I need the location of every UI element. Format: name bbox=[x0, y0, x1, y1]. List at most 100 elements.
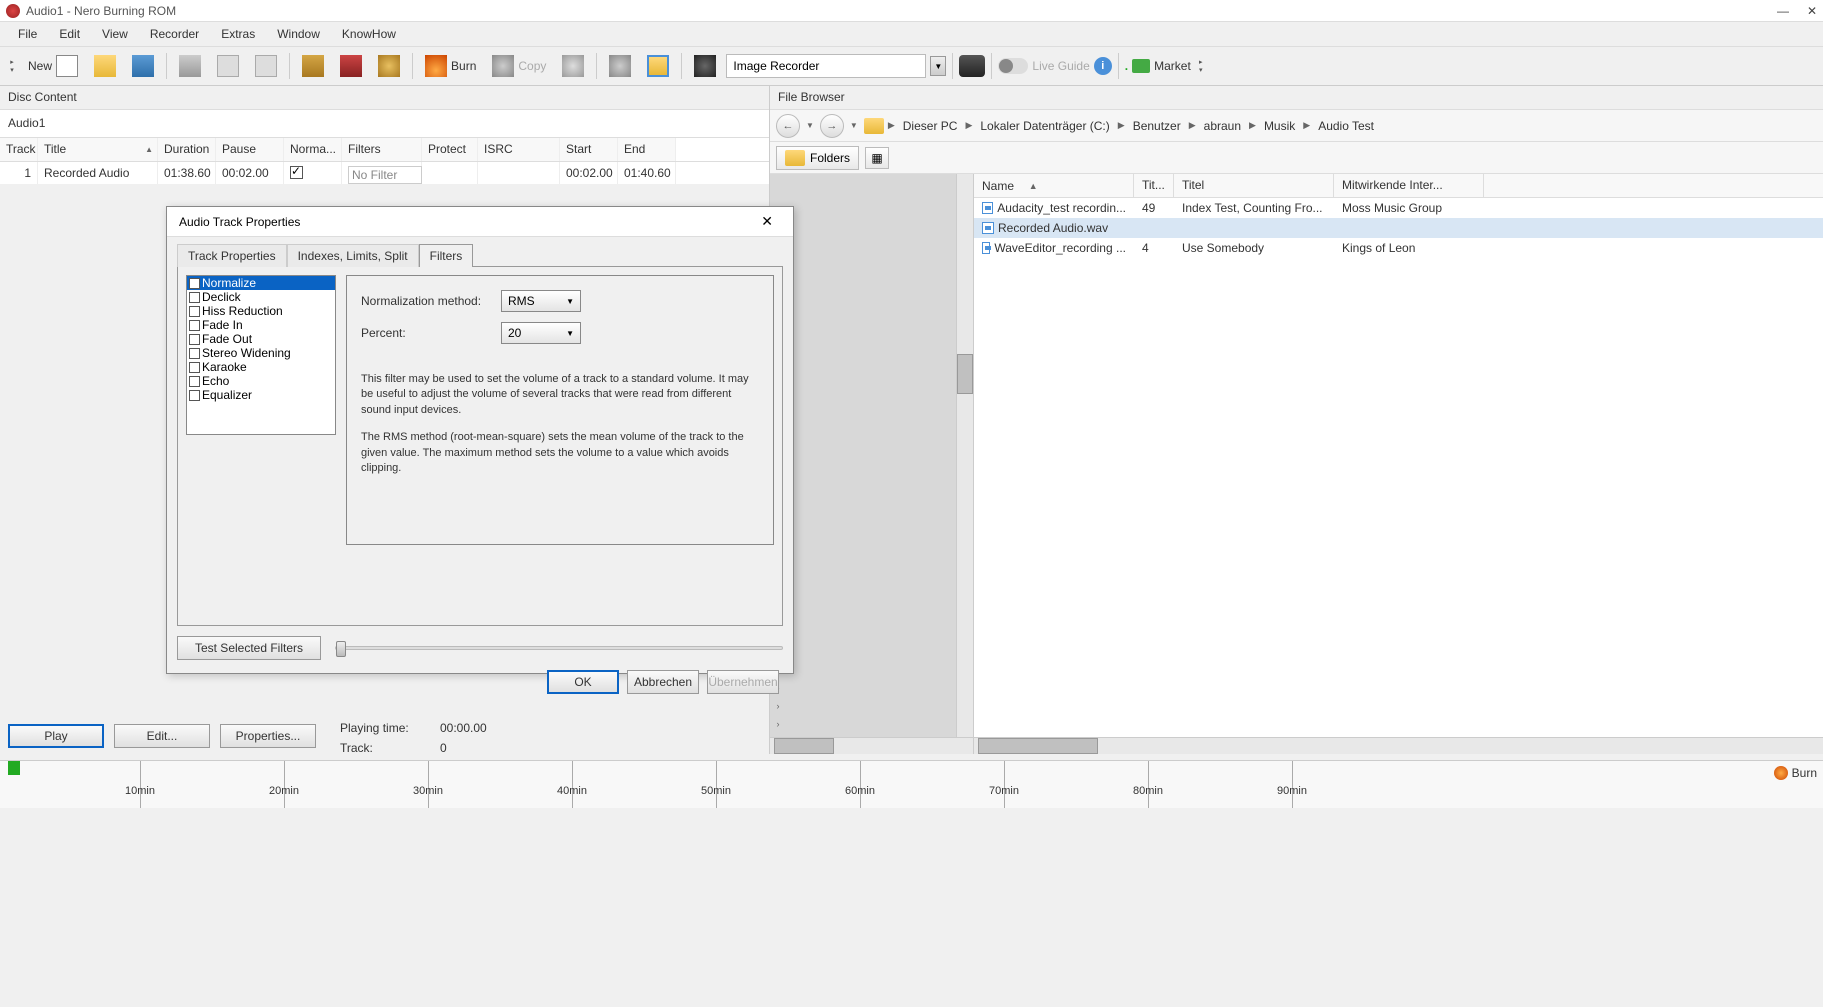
tab-filters[interactable]: Filters bbox=[419, 244, 474, 267]
filter-karaoke[interactable]: Karaoke bbox=[187, 360, 335, 374]
filter-fadein[interactable]: Fade In bbox=[187, 318, 335, 332]
save-button[interactable] bbox=[126, 51, 160, 81]
col-artist[interactable]: Mitwirkende Inter... bbox=[1334, 174, 1484, 197]
tab-indexes[interactable]: Indexes, Limits, Split bbox=[287, 244, 419, 267]
tab-track-properties[interactable]: Track Properties bbox=[177, 244, 287, 267]
timeline[interactable]: 10min 20min 30min 40min 50min 60min 70mi… bbox=[0, 760, 1823, 808]
filter-hiss[interactable]: Hiss Reduction bbox=[187, 304, 335, 318]
checkbox-icon[interactable] bbox=[189, 376, 200, 387]
menu-recorder[interactable]: Recorder bbox=[140, 24, 209, 44]
col-protect[interactable]: Protect bbox=[422, 138, 478, 161]
folder-tree[interactable]: › › › › bbox=[770, 174, 974, 754]
device-dropdown-button[interactable]: ▼ bbox=[930, 56, 946, 76]
info-icon[interactable]: i bbox=[1094, 57, 1112, 75]
menu-knowhow[interactable]: KnowHow bbox=[332, 24, 406, 44]
checkbox-icon[interactable] bbox=[189, 390, 200, 401]
dialog-titlebar[interactable]: Audio Track Properties ✕ bbox=[167, 207, 793, 237]
open-button[interactable] bbox=[88, 51, 122, 81]
burn-badge[interactable]: Burn bbox=[1774, 766, 1817, 780]
view-mode-button[interactable]: ▦ bbox=[865, 147, 889, 169]
filter-list[interactable]: Normalize Declick Hiss Reduction Fade In… bbox=[186, 275, 336, 435]
device-selector[interactable]: Image Recorder bbox=[726, 54, 926, 78]
eject-button[interactable] bbox=[603, 51, 637, 81]
toolbar-overflow-icon[interactable]: ▸▾ bbox=[1195, 52, 1207, 80]
edit-button[interactable]: Edit... bbox=[114, 724, 210, 748]
checkbox-icon[interactable] bbox=[189, 334, 200, 345]
col-pause[interactable]: Pause bbox=[216, 138, 284, 161]
folders-button[interactable]: Folders bbox=[776, 146, 859, 170]
filter-declick[interactable]: Declick bbox=[187, 290, 335, 304]
checkbox-icon[interactable] bbox=[189, 362, 200, 373]
close-button[interactable]: ✕ bbox=[1807, 4, 1817, 18]
file-row[interactable]: WaveEditor_recording ... 4 Use Somebody … bbox=[974, 238, 1823, 258]
method-select[interactable]: RMS▼ bbox=[501, 290, 581, 312]
checkbox-icon[interactable] bbox=[189, 348, 200, 359]
menu-window[interactable]: Window bbox=[267, 24, 330, 44]
new-button[interactable]: New bbox=[22, 51, 84, 81]
back-history-dropdown[interactable]: ▼ bbox=[804, 121, 816, 130]
filter-stereo[interactable]: Stereo Widening bbox=[187, 346, 335, 360]
tree-vscrollbar[interactable] bbox=[956, 174, 973, 737]
cut-button[interactable] bbox=[173, 51, 207, 81]
col-duration[interactable]: Duration bbox=[158, 138, 216, 161]
copy-clip-button[interactable] bbox=[211, 51, 245, 81]
menu-extras[interactable]: Extras bbox=[211, 24, 265, 44]
device-icon-button[interactable] bbox=[688, 51, 722, 81]
tree-hscrollbar[interactable] bbox=[770, 737, 973, 754]
crumb-music[interactable]: Musik bbox=[1260, 119, 1299, 133]
dialog-close-button[interactable]: ✕ bbox=[753, 211, 781, 232]
file-list-hscrollbar[interactable] bbox=[974, 737, 1823, 754]
test-filters-button[interactable]: Test Selected Filters bbox=[177, 636, 321, 660]
minimize-button[interactable]: — bbox=[1777, 4, 1789, 18]
timeline-marker[interactable] bbox=[8, 761, 20, 775]
file-row[interactable]: Recorded Audio.wav bbox=[974, 218, 1823, 238]
checkbox-icon[interactable] bbox=[189, 306, 200, 317]
slider-thumb[interactable] bbox=[336, 641, 346, 657]
filter-echo[interactable]: Echo bbox=[187, 374, 335, 388]
percent-select[interactable]: 20▼ bbox=[501, 322, 581, 344]
track-row[interactable]: 1 Recorded Audio 01:38.60 00:02.00 No Fi… bbox=[0, 162, 769, 184]
checkbox-icon[interactable] bbox=[189, 320, 200, 331]
col-tit[interactable]: Tit... bbox=[1134, 174, 1174, 197]
paste-button[interactable] bbox=[249, 51, 283, 81]
properties-button[interactable]: Properties... bbox=[220, 724, 316, 748]
file-row[interactable]: Audacity_test recordin... 49 Index Test,… bbox=[974, 198, 1823, 218]
disc-button[interactable] bbox=[372, 51, 406, 81]
nav-forward-button[interactable]: → bbox=[820, 114, 844, 138]
crumb-drive[interactable]: Lokaler Datenträger (C:) bbox=[976, 119, 1113, 133]
ok-button[interactable]: OK bbox=[547, 670, 619, 694]
crumb-user[interactable]: abraun bbox=[1200, 119, 1245, 133]
secure-button[interactable] bbox=[556, 51, 590, 81]
col-titel[interactable]: Titel bbox=[1174, 174, 1334, 197]
checkbox-icon[interactable] bbox=[189, 292, 200, 303]
play-button[interactable]: Play bbox=[8, 724, 104, 748]
burn-button[interactable]: Burn bbox=[419, 51, 482, 81]
tree-expand-icon[interactable]: › bbox=[772, 718, 784, 730]
checkbox-icon[interactable] bbox=[189, 278, 200, 289]
col-isrc[interactable]: ISRC bbox=[478, 138, 560, 161]
col-end[interactable]: End bbox=[618, 138, 676, 161]
copy-button[interactable]: Copy bbox=[486, 51, 552, 81]
nav-back-button[interactable]: ← bbox=[776, 114, 800, 138]
apply-button[interactable]: Übernehmen bbox=[707, 670, 779, 694]
crumb-pc[interactable]: Dieser PC bbox=[899, 119, 962, 133]
filter-fadeout[interactable]: Fade Out bbox=[187, 332, 335, 346]
preview-slider[interactable] bbox=[335, 646, 783, 650]
col-name[interactable]: Name ▲ bbox=[974, 174, 1134, 197]
filter-normalize[interactable]: Normalize bbox=[187, 276, 335, 290]
col-title[interactable]: Title▲ bbox=[38, 138, 158, 161]
temple-button[interactable] bbox=[296, 51, 330, 81]
cancel-button[interactable]: Abbrechen bbox=[627, 670, 699, 694]
col-filters[interactable]: Filters bbox=[342, 138, 422, 161]
col-track[interactable]: Track bbox=[0, 138, 38, 161]
checkbox-checked-icon[interactable] bbox=[290, 166, 303, 179]
brush-button[interactable] bbox=[334, 51, 368, 81]
live-guide-toggle[interactable] bbox=[998, 58, 1028, 74]
menu-edit[interactable]: Edit bbox=[49, 24, 90, 44]
fwd-history-dropdown[interactable]: ▼ bbox=[848, 121, 860, 130]
col-normalize[interactable]: Norma... bbox=[284, 138, 342, 161]
menu-file[interactable]: File bbox=[8, 24, 47, 44]
menu-view[interactable]: View bbox=[92, 24, 138, 44]
toolbar-grip-icon[interactable]: ▸▾ bbox=[6, 52, 18, 80]
filter-eq[interactable]: Equalizer bbox=[187, 388, 335, 402]
